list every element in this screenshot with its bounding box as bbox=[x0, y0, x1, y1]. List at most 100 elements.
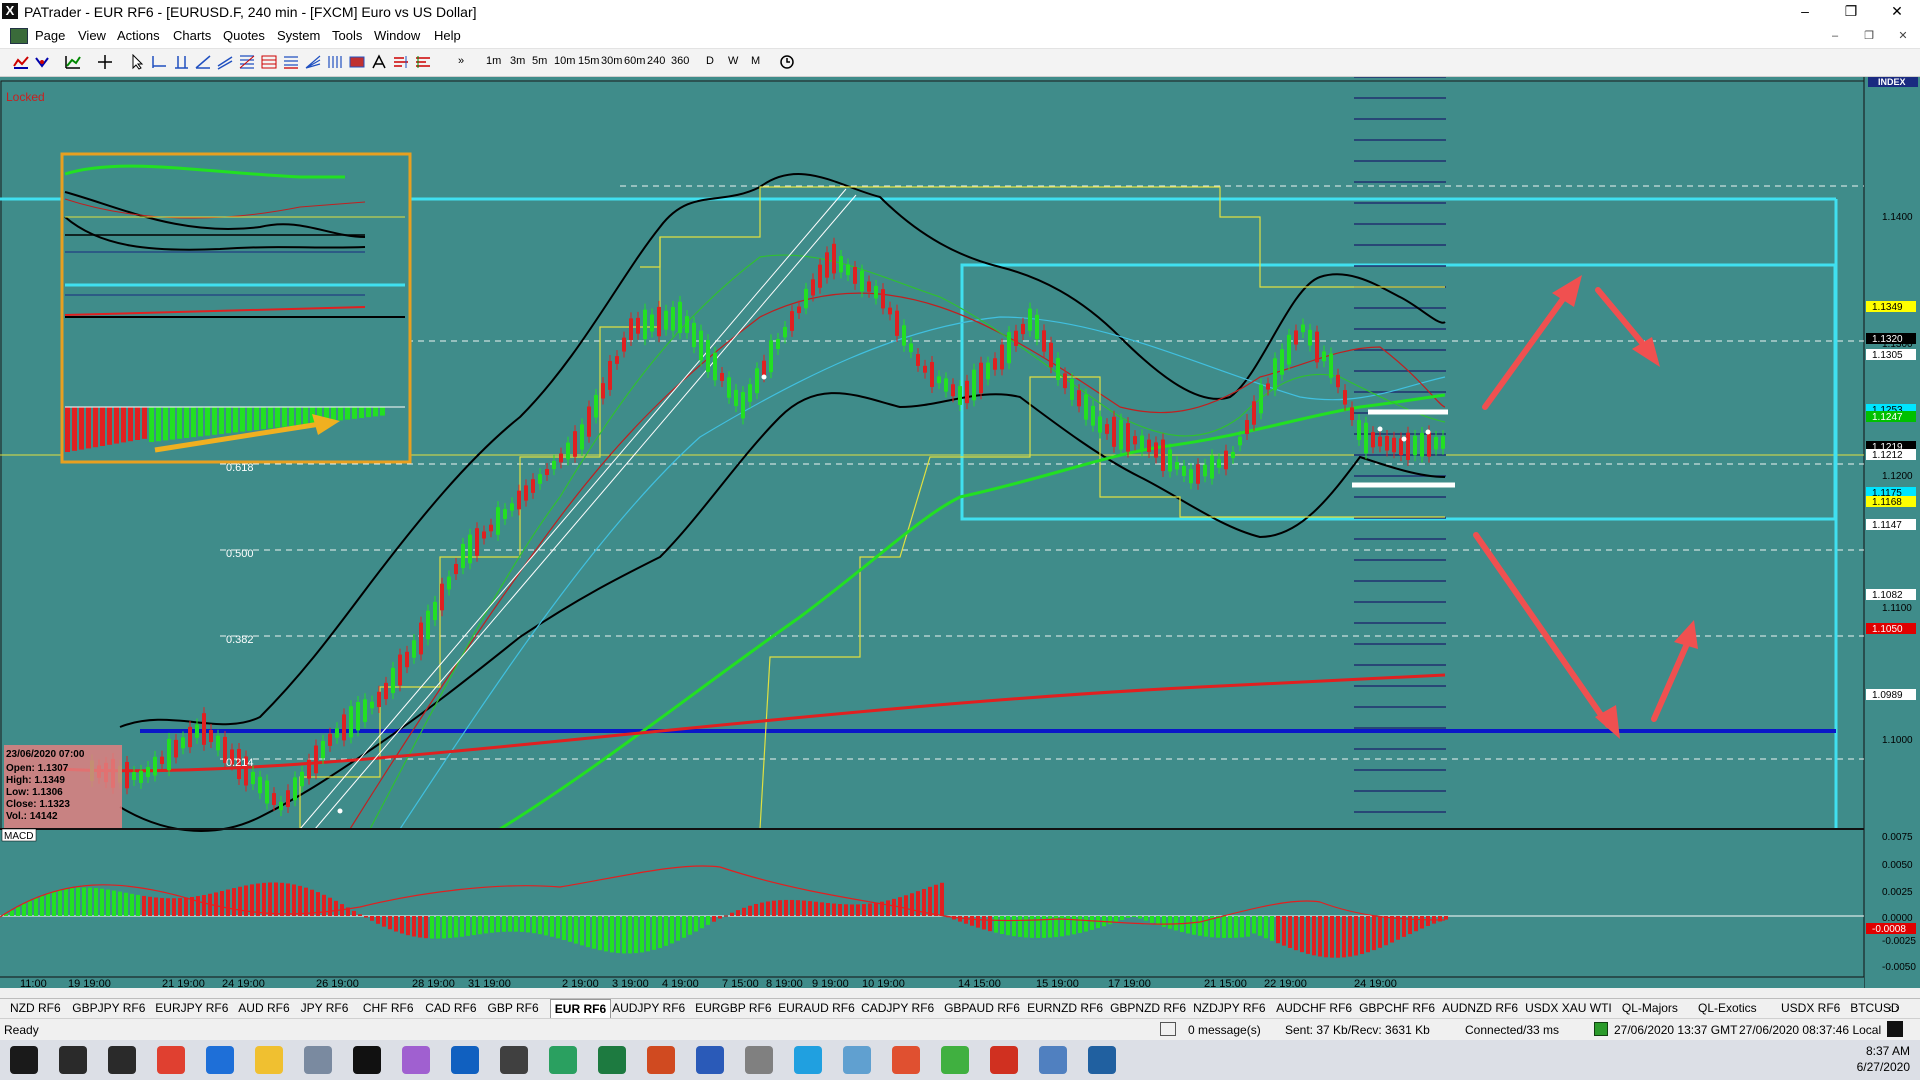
app6-icon[interactable] bbox=[892, 1046, 920, 1074]
crosshair-icon[interactable] bbox=[96, 54, 114, 70]
spreadsheet-icon[interactable] bbox=[549, 1046, 577, 1074]
menu-help[interactable]: Help bbox=[434, 28, 461, 43]
fan-icon[interactable] bbox=[304, 54, 322, 70]
tab-usdx-rf6[interactable]: USDX RF6 bbox=[1781, 1001, 1840, 1015]
tab-cad-rf6[interactable]: CAD RF6 bbox=[425, 1001, 476, 1015]
app3-icon[interactable] bbox=[745, 1046, 773, 1074]
fib-levels-icon[interactable] bbox=[260, 54, 278, 70]
period-d[interactable]: D bbox=[706, 55, 714, 67]
menu-view[interactable]: View bbox=[78, 28, 106, 43]
menu-actions[interactable]: Actions bbox=[117, 28, 160, 43]
tab-usdx-xau-wti[interactable]: USDX XAU WTI bbox=[1525, 1001, 1612, 1015]
tab-ql-majors[interactable]: QL-Majors bbox=[1622, 1001, 1678, 1015]
time-zones-icon[interactable] bbox=[326, 54, 344, 70]
period-w[interactable]: W bbox=[728, 55, 738, 67]
mdi-restore-button[interactable]: ❐ bbox=[1860, 28, 1878, 44]
timeframe-15m[interactable]: 15m bbox=[578, 55, 599, 67]
tab-euraud-rf6[interactable]: EURAUD RF6 bbox=[778, 1001, 855, 1015]
timeframe-5m[interactable]: 5m bbox=[532, 55, 547, 67]
menu-charts[interactable]: Charts bbox=[173, 28, 211, 43]
fib-icon[interactable] bbox=[238, 54, 256, 70]
period-m[interactable]: M bbox=[751, 55, 760, 67]
cursor-icon[interactable] bbox=[128, 54, 146, 70]
chart-icon-1[interactable] bbox=[12, 54, 30, 70]
chart-area[interactable]: 0.618 0.500 0.382 0.214 Locked 23/06/202… bbox=[0, 76, 1920, 990]
tab-eurnzd-rf6[interactable]: EURNZD RF6 bbox=[1027, 1001, 1103, 1015]
taskview-icon[interactable] bbox=[108, 1046, 136, 1074]
vline-icon[interactable] bbox=[172, 54, 190, 70]
fib-ext-icon[interactable] bbox=[282, 54, 300, 70]
more-tools-chevron-icon[interactable]: » bbox=[458, 55, 464, 67]
taskbar-clock[interactable]: 8:37 AM 6/27/2020 bbox=[1857, 1043, 1910, 1075]
timeframe-60m[interactable]: 60m bbox=[624, 55, 645, 67]
tab-cadjpy-rf6[interactable]: CADJPY RF6 bbox=[861, 1001, 934, 1015]
text-icon[interactable] bbox=[370, 54, 388, 70]
clock-icon[interactable] bbox=[778, 54, 796, 70]
menu-quotes[interactable]: Quotes bbox=[223, 28, 265, 43]
timeframe-360[interactable]: 360 bbox=[671, 55, 689, 67]
app9-icon[interactable] bbox=[1039, 1046, 1067, 1074]
powerpoint-icon[interactable] bbox=[647, 1046, 675, 1074]
app8-icon[interactable] bbox=[990, 1046, 1018, 1074]
tab-gbpaud-rf6[interactable]: GBPAUD RF6 bbox=[944, 1001, 1020, 1015]
tab-chf-rf6[interactable]: CHF RF6 bbox=[363, 1001, 414, 1015]
tab-ql-exotics[interactable]: QL-Exotics bbox=[1698, 1001, 1757, 1015]
price-chart[interactable]: 0.618 0.500 0.382 0.214 Locked 23/06/202… bbox=[0, 76, 1920, 990]
levels-icon[interactable] bbox=[392, 54, 410, 70]
resize-grip-icon[interactable] bbox=[1887, 1021, 1903, 1037]
tab-gbpchf-rf6[interactable]: GBPCHF RF6 bbox=[1359, 1001, 1435, 1015]
word-icon[interactable] bbox=[696, 1046, 724, 1074]
timeframe-1m[interactable]: 1m bbox=[486, 55, 501, 67]
tab-audnzd-rf6[interactable]: AUDNZD RF6 bbox=[1442, 1001, 1518, 1015]
tab-nzd-rf6[interactable]: NZD RF6 bbox=[10, 1001, 61, 1015]
tab-gbpnzd-rf6[interactable]: GBPNZD RF6 bbox=[1110, 1001, 1186, 1015]
app4-icon[interactable] bbox=[794, 1046, 822, 1074]
menu-page[interactable]: Page bbox=[35, 28, 65, 43]
app-icon[interactable] bbox=[304, 1046, 332, 1074]
search-icon[interactable] bbox=[59, 1046, 87, 1074]
trendline-icon[interactable] bbox=[194, 54, 212, 70]
app5-icon[interactable] bbox=[843, 1046, 871, 1074]
tab-jpy-rf6[interactable]: JPY RF6 bbox=[301, 1001, 349, 1015]
outlook-icon[interactable] bbox=[451, 1046, 479, 1074]
timeframe-3m[interactable]: 3m bbox=[510, 55, 525, 67]
timeframe-30m[interactable]: 30m bbox=[601, 55, 622, 67]
menu-system[interactable]: System bbox=[277, 28, 320, 43]
tab-aud-rf6[interactable]: AUD RF6 bbox=[238, 1001, 289, 1015]
levels2-icon[interactable] bbox=[414, 54, 432, 70]
mdi-close-button[interactable]: ✕ bbox=[1894, 28, 1912, 44]
minimize-button[interactable]: – bbox=[1782, 0, 1828, 24]
chrome-icon[interactable] bbox=[157, 1046, 185, 1074]
tab-scroll-arrows-icon[interactable]: ‹ › bbox=[1888, 1001, 1899, 1015]
tab-audchf-rf6[interactable]: AUDCHF RF6 bbox=[1276, 1001, 1352, 1015]
menu-tools[interactable]: Tools bbox=[332, 28, 362, 43]
tab-eurjpy-rf6[interactable]: EURJPY RF6 bbox=[155, 1001, 228, 1015]
close-button[interactable]: ✕ bbox=[1874, 0, 1920, 24]
tab-gbp-rf6[interactable]: GBP RF6 bbox=[488, 1001, 539, 1015]
tab-gbpjpy-rf6[interactable]: GBPJPY RF6 bbox=[72, 1001, 145, 1015]
tab-audjpy-rf6[interactable]: AUDJPY RF6 bbox=[612, 1001, 685, 1015]
indicator-icon[interactable] bbox=[64, 54, 82, 70]
patrader-icon[interactable] bbox=[353, 1046, 381, 1074]
chart-icon-2[interactable] bbox=[34, 54, 52, 70]
explorer-icon[interactable] bbox=[255, 1046, 283, 1074]
maximize-button[interactable]: ❐ bbox=[1828, 0, 1874, 24]
excel-icon[interactable] bbox=[598, 1046, 626, 1074]
app10-icon[interactable] bbox=[1088, 1046, 1116, 1074]
start-icon[interactable] bbox=[10, 1046, 38, 1074]
tab-eurgbp-rf6[interactable]: EURGBP RF6 bbox=[695, 1001, 771, 1015]
mdi-minimize-button[interactable]: – bbox=[1826, 28, 1844, 44]
status-messages[interactable]: 0 message(s) bbox=[1188, 1023, 1261, 1037]
tab-nzdjpy-rf6[interactable]: NZDJPY RF6 bbox=[1193, 1001, 1265, 1015]
edge-icon[interactable] bbox=[206, 1046, 234, 1074]
hline-icon[interactable] bbox=[150, 54, 168, 70]
tab-eur-rf6[interactable]: EUR RF6 bbox=[549, 999, 612, 1019]
timeframe-240[interactable]: 240 bbox=[647, 55, 665, 67]
calculator-icon[interactable] bbox=[500, 1046, 528, 1074]
app2-icon[interactable] bbox=[402, 1046, 430, 1074]
timeframe-10m[interactable]: 10m bbox=[554, 55, 575, 67]
channel-icon[interactable] bbox=[216, 54, 234, 70]
app7-icon[interactable] bbox=[941, 1046, 969, 1074]
rect-icon[interactable] bbox=[348, 54, 366, 70]
menu-window[interactable]: Window bbox=[374, 28, 420, 43]
